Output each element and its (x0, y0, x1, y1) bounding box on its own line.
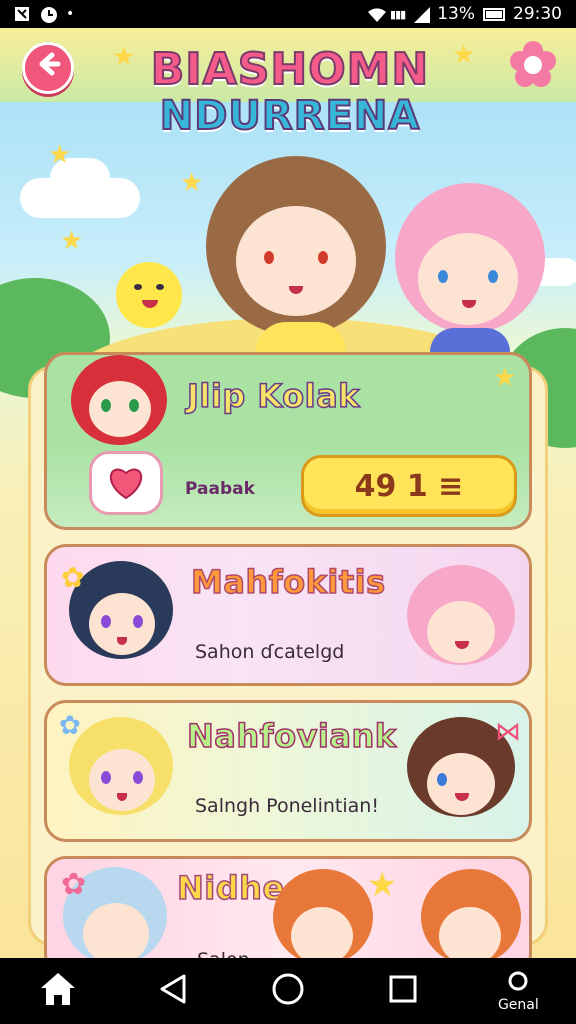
arrow-left-icon (34, 50, 62, 86)
card-title: Nahfoviank (186, 716, 397, 756)
star-icon: ★ (60, 226, 84, 256)
star-icon: ★ (452, 40, 476, 70)
wifi-icon (366, 6, 387, 22)
red-hair-avatar (65, 355, 175, 447)
title-line-1: BIASHOMN (150, 44, 430, 95)
status-bar: • ▮▮▮ 13% 29:30 (0, 0, 576, 28)
card-title: Mahfokitis (190, 562, 386, 602)
card-tag-label: Paabak (185, 479, 255, 499)
nav-extra-button[interactable]: Genal (488, 963, 548, 1019)
character-card-1[interactable]: Jlip Kolak ★ Paabak 49 1 ≡ (44, 352, 532, 530)
card-subtitle: Salngh Ponelintian! (195, 795, 379, 817)
signal-icon (413, 6, 431, 23)
bow-icon: ⋈ (495, 717, 521, 747)
brown-hair-character (196, 146, 396, 392)
game-title: BIASHOMN NDURRENA (140, 44, 440, 139)
sun-smiley-icon (116, 262, 182, 328)
pink-hair-avatar (403, 561, 523, 683)
flower-icon: ✿ (61, 867, 87, 902)
flower-gear-icon (509, 41, 557, 93)
blonde-hair-avatar (63, 713, 183, 839)
more-dot-icon: • (66, 6, 75, 22)
character-card-2[interactable]: ✿ Mahfokitis Sahon ɗcatelgd (44, 544, 532, 686)
nav-back-button[interactable] (143, 963, 203, 1019)
notification-icon (14, 6, 30, 22)
nav-circle-button[interactable] (258, 963, 318, 1019)
nav-extra-label: Genal (497, 996, 539, 1013)
circle-home-icon (271, 972, 305, 1010)
price-button[interactable]: 49 1 ≡ (301, 455, 517, 517)
data-bars-icon: ▮▮▮ (390, 7, 406, 21)
triangle-back-icon (158, 973, 188, 1009)
star-icon: ★ (48, 140, 72, 170)
flower-icon: ✿ (61, 561, 85, 594)
pink-hair-character (390, 178, 550, 388)
nav-home-button[interactable] (28, 963, 88, 1019)
heart-badge-icon (89, 451, 163, 515)
flower-icon: ✿ (59, 711, 81, 741)
back-button[interactable] (22, 42, 74, 94)
title-line-2: NDURRENA (159, 93, 421, 139)
star-icon: ★ (112, 42, 136, 72)
system-nav-bar: Genal (0, 958, 576, 1024)
battery-percent: 13% (437, 4, 475, 24)
clock-time: 29:30 (513, 4, 562, 24)
nav-recents-button[interactable] (373, 963, 433, 1019)
card-subtitle: Sahon ɗcatelgd (195, 641, 345, 663)
settings-button[interactable] (508, 41, 558, 93)
character-card-3[interactable]: ✿ Nahfoviank Salngh Ponelintian! ⋈ (44, 700, 532, 842)
clock-icon (40, 6, 57, 23)
battery-icon (483, 7, 505, 21)
star-icon: ★ (493, 363, 517, 393)
circle-small-icon (507, 970, 529, 996)
card-title: Jlip Kolak (186, 376, 360, 416)
square-recents-icon (388, 974, 418, 1008)
home-icon (38, 970, 78, 1012)
